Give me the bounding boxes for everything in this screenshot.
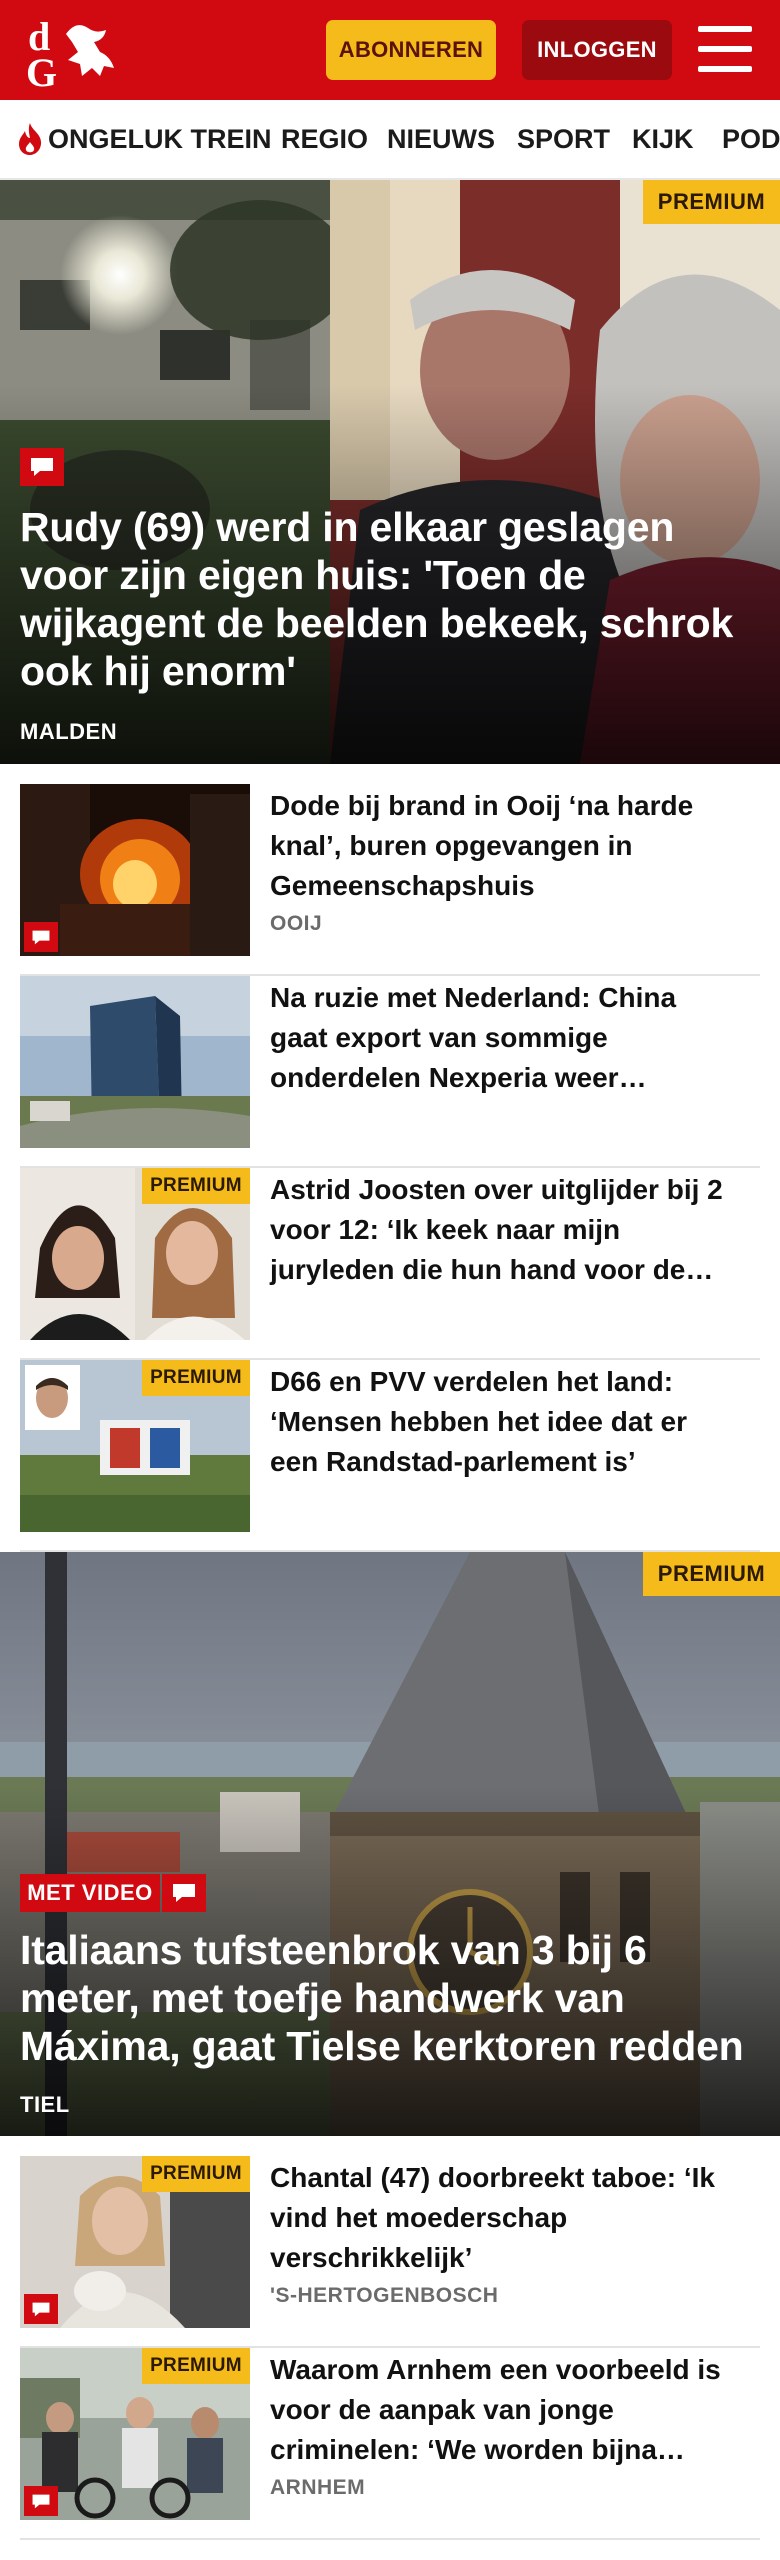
hero-title: Rudy (69) werd in elkaar geslagen voor z… [20, 504, 734, 694]
nav-item-nieuws[interactable]: NIEUWS [387, 100, 495, 178]
comment-icon [24, 922, 58, 952]
menu-icon[interactable] [698, 26, 752, 72]
article-thumbnail [20, 784, 250, 956]
nav-label: SPORT [517, 123, 611, 154]
article-title: Astrid Joosten over uitglijder bij 2 voo… [270, 1174, 723, 1285]
premium-badge: PREMIUM [142, 1360, 250, 1396]
hero-title: Italiaans tufsteenbrok van 3 bij 6 meter… [20, 1927, 744, 2069]
premium-badge: PREMIUM [142, 2156, 250, 2192]
premium-badge: PREMIUM [142, 2348, 250, 2384]
nav-item-pod[interactable]: POD [722, 100, 780, 178]
nav-label: NIEUWS [387, 123, 495, 154]
article-title: Na ruzie met Nederland: China gaat expor… [270, 982, 677, 1093]
comment-icon [24, 2294, 58, 2324]
main-nav: ONGELUK TREIN REGIO NIEUWS SPORT KIJK PO… [0, 100, 780, 180]
premium-badge: PREMIUM [643, 1552, 780, 1596]
list-item[interactable]: PREMIUM D66 en PVV verdelen het land: ‘M… [20, 1360, 760, 1552]
article-location: 'S-HERTOGENBOSCH [270, 2284, 499, 2307]
hero-location: MALDEN [20, 719, 118, 744]
nav-label: ONGELUK TREIN [48, 123, 272, 154]
hero-article-2[interactable]: PREMIUM MET VIDEO Italiaans tufsteenbrok… [0, 1552, 780, 2136]
video-badge: MET VIDEO [20, 1874, 160, 1912]
nav-label: REGIO [281, 123, 369, 154]
flame-icon [19, 123, 42, 155]
nav-item-ongeluk-trein[interactable]: ONGELUK TREIN [16, 100, 272, 178]
list-item[interactable]: PREMIUM Chantal (47) doorbreekt taboe: ‘… [20, 2156, 760, 2348]
site-header: d G ABONNEREN INLOGGEN [0, 0, 780, 100]
login-button[interactable]: INLOGGEN [522, 20, 672, 80]
list-item[interactable]: Na ruzie met Nederland: China gaat expor… [20, 976, 760, 1168]
list-item[interactable]: PREMIUM Waarom Arnhem een voorbeeld is v… [20, 2348, 760, 2540]
hero-location: TIEL [20, 2092, 70, 2117]
nav-item-regio[interactable]: REGIO [281, 100, 368, 178]
article-location: ARNHEM [270, 2476, 366, 2499]
premium-badge: PREMIUM [643, 180, 780, 224]
nav-label: KIJK [632, 123, 694, 154]
comment-icon [24, 2486, 58, 2516]
article-location: OOIJ [270, 912, 323, 935]
article-title: Chantal (47) doorbreekt taboe: ‘Ik vind … [270, 2162, 715, 2273]
comment-icon [20, 448, 64, 486]
svg-text:G: G [26, 50, 57, 90]
nav-item-sport[interactable]: SPORT [517, 100, 610, 178]
comment-icon [162, 1874, 206, 1912]
nav-label: POD [722, 123, 780, 154]
subscribe-button[interactable]: ABONNEREN [326, 20, 496, 80]
hero-article-1[interactable]: PREMIUM Rudy (69) werd in elkaar geslage… [0, 180, 780, 764]
premium-badge: PREMIUM [142, 1168, 250, 1204]
article-title: D66 en PVV verdelen het land: ‘Mensen he… [270, 1366, 687, 1477]
list-item[interactable]: Dode bij brand in Ooij ‘na harde knal’, … [20, 784, 760, 976]
logo[interactable]: d G [22, 14, 118, 95]
article-title: Dode bij brand in Ooij ‘na harde knal’, … [270, 790, 694, 901]
article-thumbnail [20, 976, 250, 1148]
article-title: Waarom Arnhem een voorbeeld is voor de a… [270, 2354, 721, 2465]
list-item[interactable]: PREMIUM Astrid Joosten over uitglijder b… [20, 1168, 760, 1360]
nav-item-kijk[interactable]: KIJK [632, 100, 694, 178]
